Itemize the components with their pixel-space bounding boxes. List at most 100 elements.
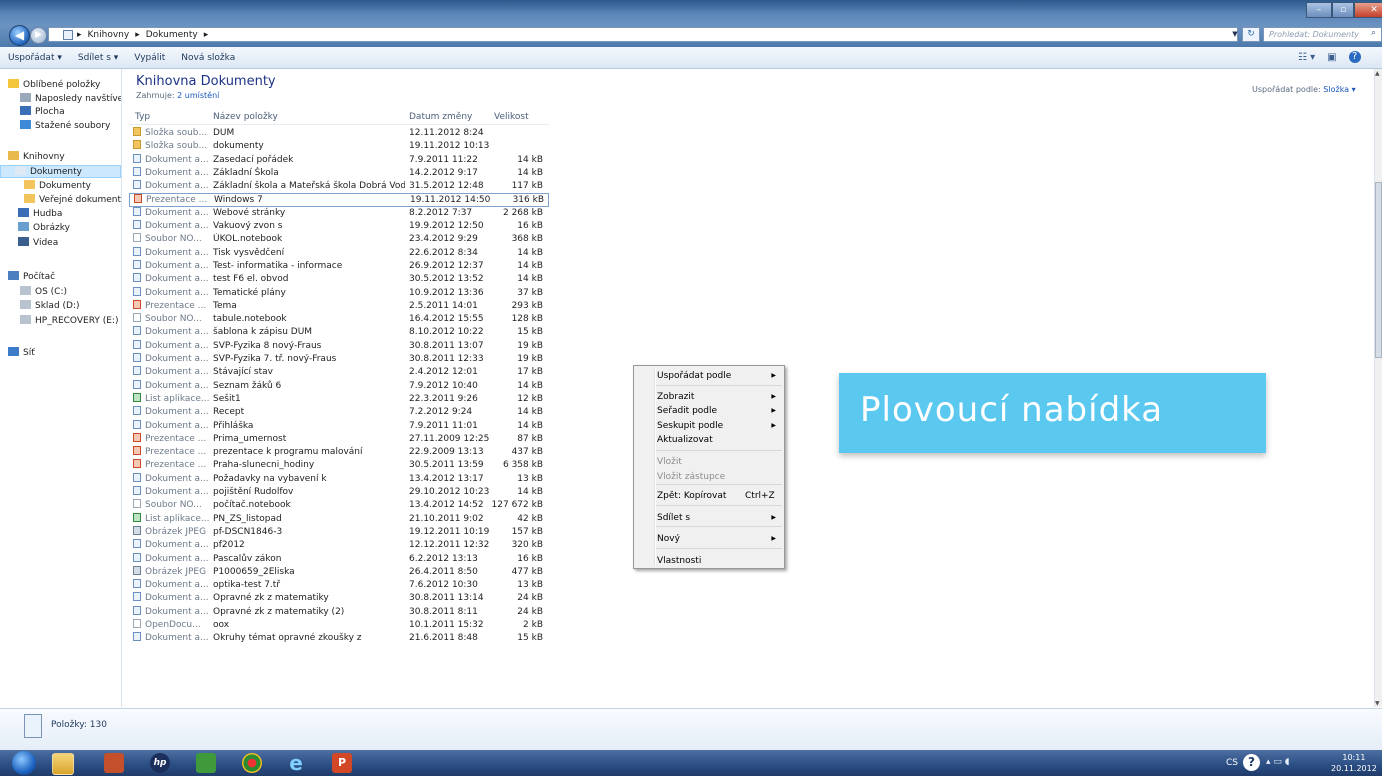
file-row[interactable]: Dokument a... Základní Škola 14.2.2012 9:1… — [129, 166, 549, 180]
file-row[interactable]: Dokument a... Opravné zk z matematiky 30.8… — [129, 592, 549, 605]
file-row[interactable]: Dokument a... Požadavky na vybavení k 13.4… — [129, 472, 549, 486]
file-row[interactable]: Dokument a... pojištění Rudolfov 29.10.201… — [129, 486, 549, 499]
maximize-button[interactable]: ▫ — [1332, 2, 1354, 18]
forward-button[interactable]: ▶ — [30, 27, 47, 44]
file-row[interactable]: Dokument a... SVP-Fyzika 7. tř. nový-Frau… — [129, 353, 549, 366]
file-row[interactable]: Prezentace ... prezentace k programu malo… — [129, 446, 549, 459]
file-row[interactable]: Dokument a... Tisk vysvědčení 22.6.2012 8:… — [129, 246, 549, 260]
context-menu-item[interactable]: Vlastnosti — [657, 554, 782, 568]
file-row[interactable]: Dokument a... Recept 7.2.2012 9:24 14 kB — [129, 406, 549, 419]
help-icon[interactable]: ? — [1348, 51, 1361, 63]
file-row[interactable]: Dokument a... Test- informatika - informa… — [129, 259, 549, 273]
breadcrumb-libraries[interactable]: Knihovny — [88, 30, 130, 40]
start-button[interactable] — [12, 751, 36, 775]
file-row[interactable]: Složka soub... DUM 12.11.2012 8:24 — [129, 127, 549, 140]
back-button[interactable]: ◀ — [9, 25, 30, 46]
file-row[interactable]: Dokument a... test F6 el. obvod 30.5.2012 … — [129, 273, 549, 286]
file-row[interactable]: Dokument a... Opravné zk z matematiky (2)… — [129, 605, 549, 619]
sidebar-item[interactable]: Sklad (D:) — [0, 300, 121, 313]
includes-locations-link[interactable]: 2 umístění — [177, 91, 219, 100]
file-row[interactable]: Dokument a... Základní škola a Mateřská š… — [129, 180, 549, 193]
context-menu-item[interactable]: Uspořádat podle ▶ — [657, 369, 782, 383]
sidebar-item[interactable]: Hudba — [0, 208, 121, 221]
context-menu-item[interactable]: Seřadit podle ▶ — [657, 404, 782, 418]
internet-explorer-taskbar-icon[interactable]: e — [286, 753, 306, 773]
column-type[interactable]: Typ — [135, 112, 150, 122]
context-menu-item[interactable]: Aktualizovat — [657, 433, 782, 447]
powerpoint-taskbar-icon[interactable]: P — [332, 753, 352, 773]
search-input[interactable]: Prohledat: Dokumenty — [1263, 27, 1382, 42]
file-row[interactable]: Složka soub... dokumenty 19.11.2012 10:13 — [129, 140, 549, 153]
sidebar-item[interactable]: Videa — [0, 237, 121, 250]
file-row[interactable]: Dokument a... Přihláška 7.9.2011 11:01 14 k… — [129, 419, 549, 433]
column-date[interactable]: Datum změny — [409, 112, 472, 122]
scrollbar-thumb[interactable] — [1375, 182, 1382, 358]
context-menu-item[interactable]: Seskupit podle ▶ — [657, 419, 782, 433]
file-row[interactable]: Obrázek JPEG P1000659_2Eliska 26.4.2011 8:… — [129, 565, 549, 579]
file-row[interactable]: List aplikace... Sešit1 22.3.2011 9:26 12 k… — [129, 392, 549, 406]
sidebar-item[interactable]: Knihovny — [0, 151, 121, 164]
language-indicator[interactable]: CS — [1226, 758, 1238, 768]
file-row[interactable]: Dokument a... optika-test 7.tř 7.6.2012 10… — [129, 579, 549, 592]
sidebar-item[interactable]: Počítač — [0, 271, 121, 284]
sidebar-item[interactable]: OS (C:) — [0, 286, 121, 299]
file-row[interactable]: Obrázek JPEG pf-DSCN1846-3 19.12.2011 10:1… — [129, 525, 549, 539]
file-row[interactable]: Dokument a... Stávající stav 2.4.2012 12:0… — [129, 366, 549, 379]
address-dropdown-icon[interactable]: ▼ — [1229, 27, 1241, 42]
organize-button[interactable]: Uspořádat ▾ — [8, 53, 62, 63]
file-row[interactable]: Dokument a... Webové stránky 8.2.2012 7:37… — [129, 206, 549, 220]
file-row[interactable]: Prezentace ... Tema 2.5.2011 14:01 293 kB — [129, 299, 549, 313]
minimize-button[interactable]: – — [1306, 2, 1332, 18]
file-row[interactable]: Prezentace ... Windows 7 19.11.2012 14:50 3… — [129, 193, 549, 207]
new-folder-button[interactable]: Nová složka — [181, 53, 235, 63]
file-row[interactable]: Dokument a... šablona k zápisu DUM 8.10.20… — [129, 326, 549, 339]
close-button[interactable]: ✕ — [1354, 2, 1382, 18]
green-app-taskbar-icon[interactable] — [196, 753, 216, 773]
file-row[interactable]: Dokument a... SVP-Fyzika 8 nový-Fraus 30.8… — [129, 339, 549, 353]
app-taskbar-icon[interactable] — [104, 753, 124, 773]
breadcrumb-documents[interactable]: Dokumenty — [146, 30, 198, 40]
sidebar-item[interactable]: Naposledy navštívené — [0, 93, 121, 106]
file-row[interactable]: Soubor NO... počítač.notebook 13.4.2012 14… — [129, 499, 549, 512]
file-row[interactable]: Soubor NO... tabule.notebook 16.4.2012 15:… — [129, 313, 549, 326]
context-menu-item[interactable]: Nový ▶ — [657, 532, 782, 546]
sidebar-item[interactable]: Síť — [0, 347, 121, 360]
search-icon[interactable]: ⌕ — [1371, 28, 1376, 38]
file-row[interactable]: Dokument a... Okruhy témat opravné zkoušk… — [129, 632, 549, 645]
sidebar-item[interactable]: Obrázky — [0, 222, 121, 235]
sidebar-item[interactable]: Dokumenty — [0, 180, 121, 193]
vertical-scrollbar[interactable] — [1374, 69, 1382, 707]
arrange-by-value[interactable]: Složka ▾ — [1323, 85, 1355, 94]
file-row[interactable]: Dokument a... Vakuový zvon s 19.9.2012 12:… — [129, 220, 549, 233]
file-row[interactable]: Dokument a... Tematické plány 10.9.2012 13… — [129, 286, 549, 300]
file-row[interactable]: Dokument a... Seznam žáků 6 7.9.2012 10:40… — [129, 379, 549, 393]
hp-taskbar-icon[interactable]: hp — [150, 753, 170, 773]
address-bar[interactable]: ▸ Knihovny ▸ Dokumenty ▸ — [48, 27, 1238, 42]
file-row[interactable]: Dokument a... Zasedací pořádek 7.9.2011 11… — [129, 153, 549, 167]
scroll-up-icon[interactable]: ▲ — [1375, 70, 1380, 77]
file-row[interactable]: Prezentace ... Prima_umernost 27.11.2009 1… — [129, 432, 549, 446]
explorer-taskbar-icon[interactable] — [52, 753, 74, 775]
help-tray-icon[interactable]: ? — [1243, 754, 1260, 771]
file-row[interactable]: List aplikace... PN_ZS_listopad 21.10.2011… — [129, 512, 549, 526]
file-row[interactable]: Dokument a... pf2012 12.12.2011 12:32 320 k… — [129, 539, 549, 552]
context-menu-item[interactable]: Sdílet s ▶ — [657, 511, 782, 525]
column-name[interactable]: Název položky — [213, 112, 278, 122]
column-size[interactable]: Velikost — [494, 112, 529, 122]
share-button[interactable]: Sdílet s ▾ — [78, 53, 118, 63]
sidebar-item[interactable]: Plocha — [0, 106, 121, 119]
refresh-button[interactable]: ↻ — [1242, 27, 1260, 42]
file-row[interactable]: OpenDocu... oox 10.1.2011 15:32 2 kB — [129, 618, 549, 632]
file-row[interactable]: Prezentace ... Praha-slunecni_hodiny 30.5.… — [129, 459, 549, 472]
tray-icons[interactable]: ▴ ▭ ◖ — [1266, 757, 1289, 767]
context-menu-item[interactable]: Zobrazit ▶ — [657, 390, 782, 404]
burn-button[interactable]: Vypálit — [134, 53, 165, 63]
clock[interactable]: 10:11 20.11.2012 — [1331, 752, 1377, 774]
preview-pane-icon[interactable]: ▣ — [1327, 52, 1336, 63]
sidebar-item[interactable]: Dokumenty — [0, 165, 121, 178]
chrome-taskbar-icon[interactable] — [242, 753, 262, 773]
sidebar-item[interactable]: Stažené soubory — [0, 120, 121, 133]
scroll-down-icon[interactable]: ▼ — [1375, 700, 1380, 707]
file-row[interactable]: Dokument a... Pascalův zákon 6.2.2012 13:1… — [129, 552, 549, 566]
sidebar-item[interactable]: Veřejné dokumenty — [0, 194, 121, 207]
